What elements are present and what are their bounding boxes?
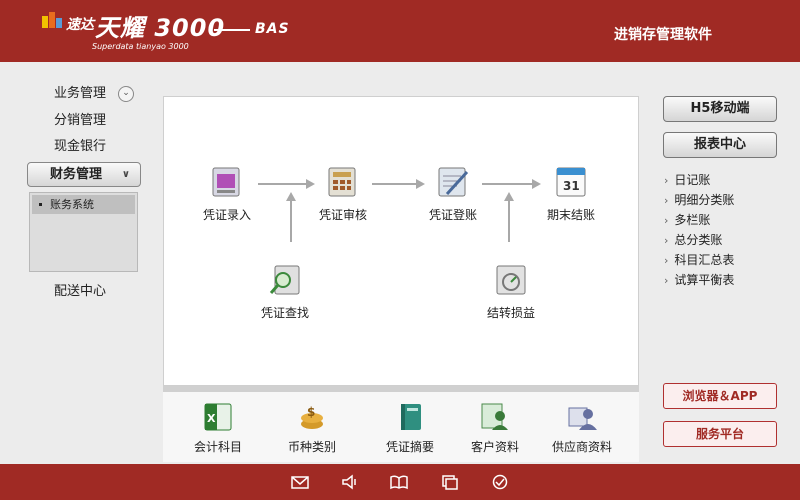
nav-item-label: 分销管理 <box>54 113 107 128</box>
svg-text:$: $ <box>307 405 315 419</box>
chevron-down-circle-icon[interactable]: ⌄ <box>118 86 134 102</box>
logo-dash <box>214 29 250 31</box>
flow-node-voucher-post[interactable]: 凭证登账 <box>418 162 488 223</box>
svg-text:31: 31 <box>563 179 580 193</box>
report-link-label: 多栏账 <box>674 213 711 227</box>
quick-item-label: 客户资料 <box>470 440 519 454</box>
flow-node-label: 凭证审核 <box>318 208 367 222</box>
quick-item-chart-of-accounts[interactable]: X 会计科目 <box>178 400 258 455</box>
report-link-general-ledger[interactable]: › 总分类账 <box>664 230 722 251</box>
flow-node-voucher-review[interactable]: 凭证审核 <box>308 162 378 223</box>
chevron-right-icon: › <box>664 234 669 247</box>
voucher-search-icon <box>269 265 300 295</box>
nav-item-label: 现金银行 <box>54 139 107 154</box>
mail-icon[interactable] <box>291 474 309 490</box>
nav-item-label: 业务管理 <box>54 86 107 101</box>
flow-arrow <box>258 183 308 185</box>
finance-subpanel: 账务系统 <box>29 192 138 272</box>
chevron-right-icon: › <box>664 214 669 227</box>
double-chevron-down-icon: ∨ <box>121 169 130 180</box>
report-link-label: 日记账 <box>674 173 711 187</box>
nav-item-delivery[interactable]: 配送中心 <box>30 281 140 303</box>
report-link-multi-column[interactable]: › 多栏账 <box>664 210 710 231</box>
flow-arrow <box>372 183 418 185</box>
subnav-item-label: 账务系统 <box>50 198 94 211</box>
logo-subtitle: Superdata tianyao 3000 <box>92 42 189 51</box>
quick-item-voucher-summary[interactable]: 凭证摘要 <box>370 400 450 455</box>
nav-item-label: 配送中心 <box>54 284 107 299</box>
logo-mark-icon <box>42 12 62 28</box>
footer-bar <box>0 464 800 500</box>
report-link-subsidiary-ledger[interactable]: › 明细分类账 <box>664 190 734 211</box>
flow-arrow <box>290 200 292 242</box>
quick-item-label: 币种类别 <box>287 440 336 454</box>
report-link-journal[interactable]: › 日记账 <box>664 170 710 191</box>
flow-arrow <box>482 183 534 185</box>
report-center-button[interactable]: 报表中心 <box>663 132 777 158</box>
flow-node-period-close[interactable]: 31 期末结账 <box>536 162 606 223</box>
service-platform-button[interactable]: 服务平台 <box>663 421 777 447</box>
transfer-profit-loss-icon <box>496 265 526 295</box>
report-link-label: 总分类账 <box>674 233 723 247</box>
window-stack-icon[interactable] <box>441 474 459 490</box>
bullet-icon <box>39 203 42 206</box>
flow-node-label: 凭证登账 <box>428 208 477 222</box>
arrow-head <box>504 192 514 201</box>
subnav-item-accounting-system[interactable]: 账务系统 <box>32 195 135 214</box>
nav-item-business[interactable]: 业务管理 ⌄ <box>30 83 140 105</box>
arrow-head <box>286 192 296 201</box>
flow-arrow <box>508 200 510 242</box>
nav-item-label: 财务管理 <box>50 167 103 182</box>
flow-node-label: 凭证查找 <box>260 306 309 320</box>
voucher-post-icon <box>438 167 469 197</box>
report-link-label: 试算平衡表 <box>674 273 735 287</box>
nav-item-finance[interactable]: 财务管理 ∨ <box>27 162 141 187</box>
flow-node-voucher-search[interactable]: 凭证查找 <box>250 260 320 321</box>
chevron-right-icon: › <box>664 274 669 287</box>
header-bar: 速达 天耀 3000 BAS Superdata tianyao 3000 进销… <box>0 0 800 62</box>
currency-icon: $ <box>301 405 323 429</box>
workflow-panel <box>163 96 639 386</box>
flow-node-label: 期末结账 <box>546 208 595 222</box>
chevron-right-icon: › <box>664 254 669 267</box>
speaker-icon[interactable] <box>341 474 359 490</box>
flow-node-label: 结转损益 <box>486 306 535 320</box>
nav-item-distribution[interactable]: 分销管理 <box>30 110 140 132</box>
quick-item-supplier[interactable]: 供应商资料 <box>542 400 622 455</box>
report-link-trial-balance[interactable]: › 试算平衡表 <box>664 270 734 291</box>
chevron-right-icon: › <box>664 194 669 207</box>
quick-item-label: 凭证摘要 <box>385 440 434 454</box>
report-link-account-summary[interactable]: › 科目汇总表 <box>664 250 734 271</box>
logo-main-text: 天耀 3000 <box>95 14 226 42</box>
logo-cn-text: 速达 <box>66 17 94 33</box>
book-icon <box>401 404 421 430</box>
logo-edition: BAS <box>255 21 290 37</box>
voucher-review-icon <box>328 167 356 197</box>
nav-item-cash-bank[interactable]: 现金银行 <box>30 136 140 158</box>
supplier-icon <box>568 407 597 430</box>
quick-item-customer[interactable]: 客户资料 <box>455 400 535 455</box>
quick-item-currency[interactable]: $ 币种类别 <box>272 400 352 455</box>
period-close-icon: 31 <box>556 167 586 197</box>
report-link-label: 明细分类账 <box>674 193 735 207</box>
svg-text:X: X <box>207 412 216 425</box>
flow-node-label: 凭证录入 <box>202 208 251 222</box>
book-open-icon[interactable] <box>390 474 408 490</box>
browser-app-button[interactable]: 浏览器＆APP <box>663 383 777 409</box>
h5-mobile-button[interactable]: H5移动端 <box>663 96 777 122</box>
flow-node-voucher-entry[interactable]: 凭证录入 <box>192 162 262 223</box>
voucher-entry-icon <box>212 167 240 197</box>
flow-node-transfer-profit-loss[interactable]: 结转损益 <box>476 260 546 321</box>
excel-icon: X <box>204 403 232 431</box>
quick-item-label: 供应商资料 <box>551 440 612 454</box>
chevron-right-icon: › <box>664 174 669 187</box>
quick-item-label: 会计科目 <box>193 440 242 454</box>
customer-icon <box>481 403 508 430</box>
report-link-label: 科目汇总表 <box>674 253 735 267</box>
check-circle-icon[interactable] <box>491 474 509 490</box>
app-title: 进销存管理软件 <box>614 27 712 43</box>
